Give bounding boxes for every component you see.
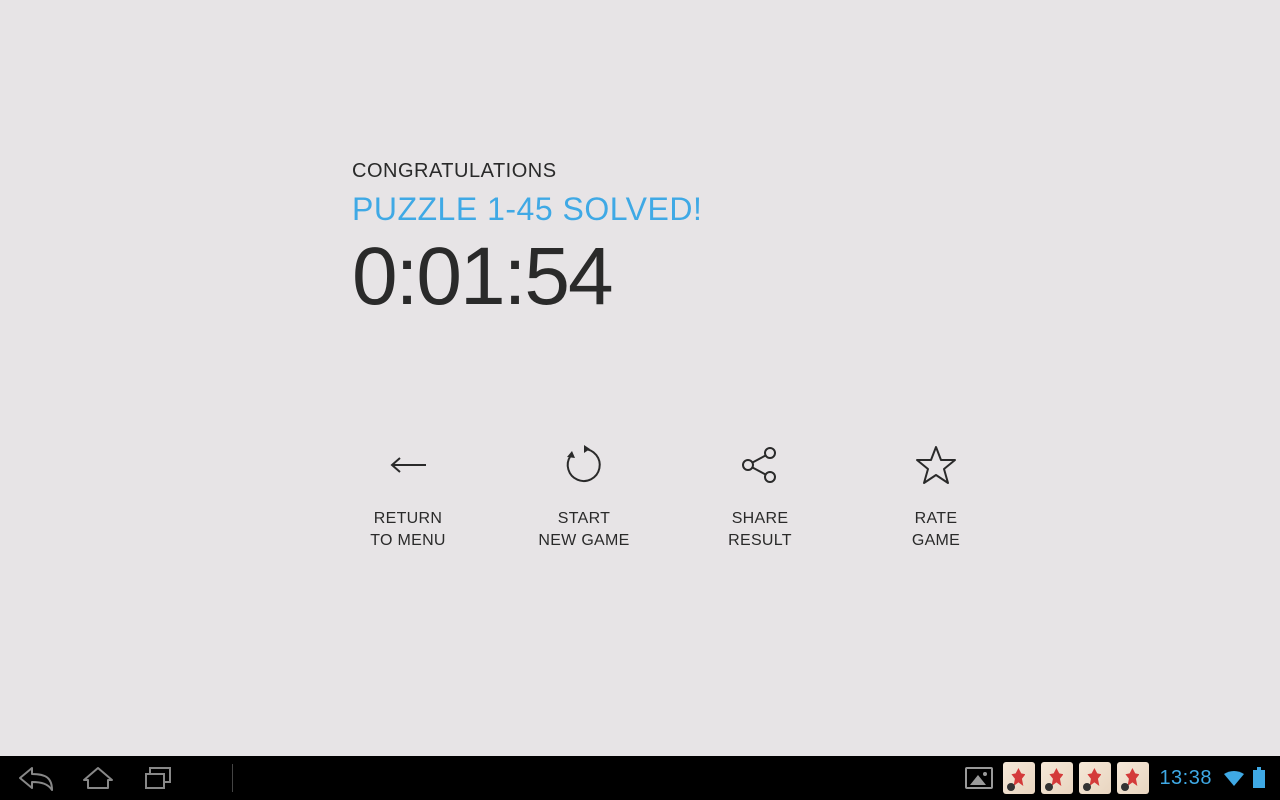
gallery-notification-icon[interactable] [965,767,993,789]
return-to-menu-button[interactable]: RETURN TO MENU [320,440,496,551]
recent-apps-nav-button[interactable] [142,764,174,792]
refresh-icon [562,440,606,490]
wifi-icon [1222,768,1246,788]
rate-game-button[interactable]: RATE GAME [848,440,1024,551]
nav-divider [232,764,233,792]
app-notification-icon[interactable] [1079,762,1111,794]
share-icon [738,440,782,490]
actions-row: RETURN TO MENU START NEW GAME SHARE RESU… [320,440,1024,551]
star-icon [914,440,958,490]
rate-label: RATE GAME [912,508,960,551]
android-nav-bar: 13:38 [0,756,1280,800]
status-clock: 13:38 [1159,767,1212,790]
congrats-label: CONGRATULATIONS [352,160,702,183]
app-notification-icon[interactable] [1117,762,1149,794]
solved-label: PUZZLE 1-45 SOLVED! [352,191,702,228]
back-nav-button[interactable] [18,764,54,792]
share-result-button[interactable]: SHARE RESULT [672,440,848,551]
start-new-game-button[interactable]: START NEW GAME [496,440,672,551]
battery-icon [1252,767,1266,789]
share-label: SHARE RESULT [728,508,792,551]
time-label: 0:01:54 [352,230,702,324]
start-label: START NEW GAME [538,508,629,551]
return-label: RETURN TO MENU [370,508,446,551]
arrow-left-icon [386,440,430,490]
app-notification-icon[interactable] [1041,762,1073,794]
result-panel: CONGRATULATIONS PUZZLE 1-45 SOLVED! 0:01… [352,160,702,324]
home-nav-button[interactable] [82,764,114,792]
app-notification-icon[interactable] [1003,762,1035,794]
